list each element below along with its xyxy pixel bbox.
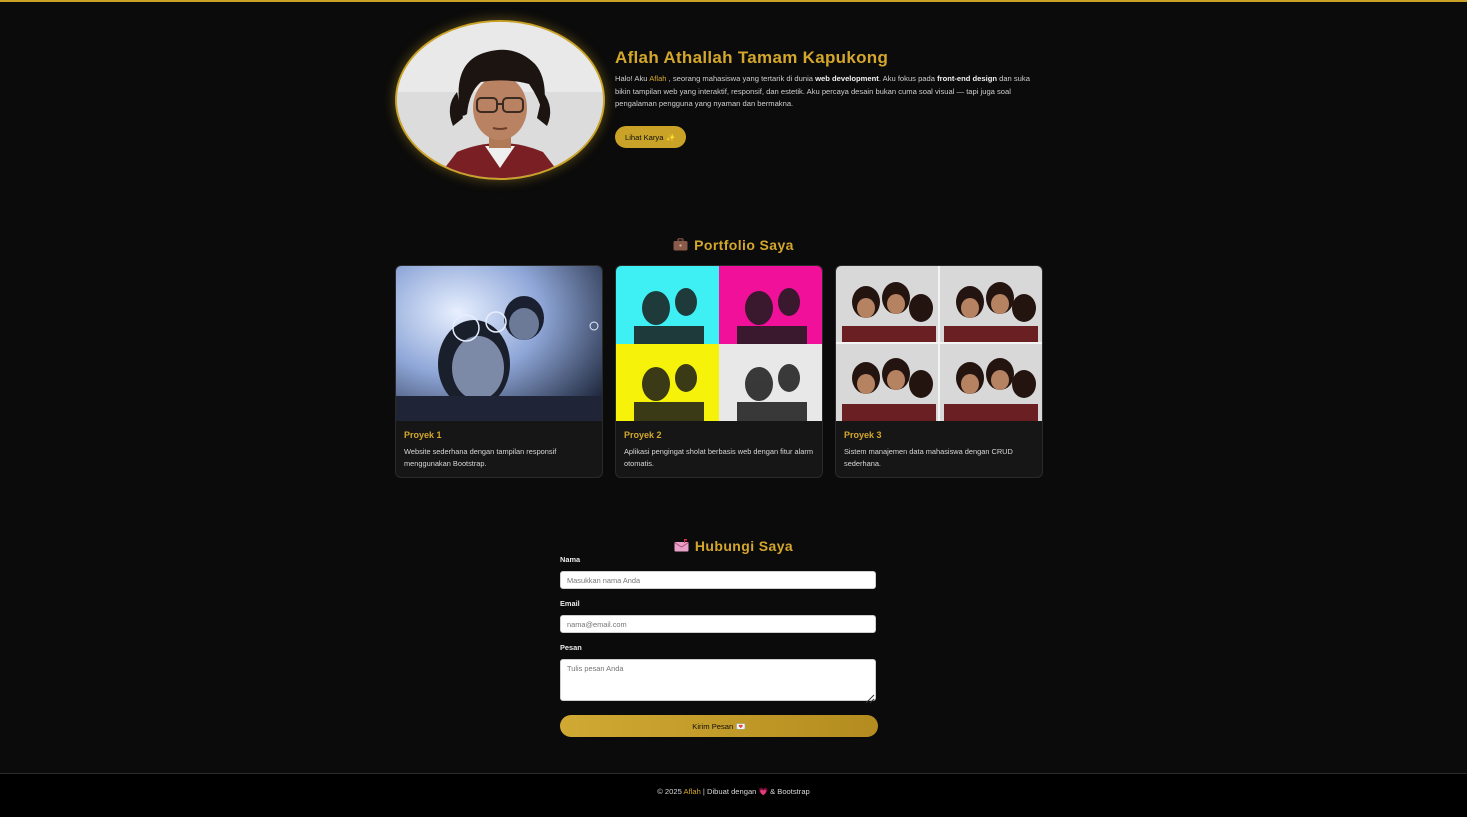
footer-copyright: © 2025	[657, 787, 684, 796]
project-card-1[interactable]: Proyek 1 Website sederhana dengan tampil…	[395, 265, 603, 478]
mailbox-icon	[674, 538, 689, 555]
project-2-title: Proyek 2	[624, 430, 662, 440]
bio-name-highlight: Aflah	[649, 74, 667, 83]
project-2-image	[616, 266, 822, 421]
footer: © 2025 Aflah | Dibuat dengan 💗 & Bootstr…	[0, 773, 1467, 817]
bio-text-part: Halo! Aku	[615, 74, 650, 83]
send-message-button[interactable]: Kirim Pesan 💌	[560, 715, 878, 737]
email-input[interactable]	[560, 615, 876, 633]
project-3-title: Proyek 3	[844, 430, 882, 440]
hero-text: Aflah Athallah Tamam Kapukong Halo! Aku …	[615, 48, 1045, 111]
message-label: Pesan	[560, 643, 582, 652]
footer-author: Aflah	[683, 787, 701, 796]
view-work-label: Lihat Karya	[625, 132, 664, 142]
love-letter-icon: 💌	[736, 721, 746, 731]
footer-made-with: | Dibuat dengan	[700, 787, 759, 796]
footer-bootstrap: & Bootstrap	[767, 787, 810, 796]
portfolio-cards: Proyek 1 Website sederhana dengan tampil…	[395, 265, 1045, 478]
contact-title: Hubungi Saya	[694, 537, 794, 554]
portfolio-title: Portfolio Saya	[694, 236, 794, 253]
message-wrapper	[560, 659, 878, 704]
heart-icon: 💗	[758, 787, 768, 796]
project-3-desc: Sistem manajemen data mahasiswa dengan C…	[844, 447, 1013, 468]
project-card-2[interactable]: Proyek 2 Aplikasi pengingat sholat berba…	[615, 265, 823, 478]
send-message-label: Kirim Pesan	[692, 721, 734, 731]
bio-bold-web-development: web development	[815, 74, 879, 83]
resize-grip-icon[interactable]	[865, 691, 875, 704]
profile-avatar	[395, 20, 605, 180]
hero-section: Aflah Athallah Tamam Kapukong Halo! Aku …	[395, 20, 1045, 180]
hero-name: Aflah Athallah Tamam Kapukong	[615, 48, 889, 67]
project-1-title: Proyek 1	[404, 430, 442, 440]
portfolio-heading: Portfolio Saya	[0, 237, 1467, 254]
message-textarea[interactable]	[560, 659, 876, 701]
view-work-button[interactable]: Lihat Karya ✨	[615, 126, 686, 148]
hero-bio: Halo! Aku Aflah , seorang mahasiswa yang…	[615, 73, 1045, 111]
name-label: Nama	[560, 555, 581, 564]
sparkles-icon: ✨	[666, 132, 676, 142]
project-2-desc: Aplikasi pengingat sholat berbasis web d…	[624, 447, 813, 468]
bio-bold-front-end-design: front-end design	[937, 74, 997, 83]
project-card-3[interactable]: Proyek 3 Sistem manajemen data mahasiswa…	[835, 265, 1043, 478]
project-1-desc: Website sederhana dengan tampilan respon…	[404, 447, 557, 468]
email-label: Email	[560, 599, 580, 608]
bio-text-part: , seorang mahasiswa yang tertarik di dun…	[666, 74, 816, 83]
briefcase-icon	[673, 237, 688, 254]
project-3-image	[836, 266, 1042, 421]
name-input[interactable]	[560, 571, 876, 589]
project-1-image	[396, 266, 602, 421]
bio-text-part: . Aku fokus pada	[878, 74, 938, 83]
contact-heading: Hubungi Saya	[0, 538, 1467, 555]
top-accent-line	[0, 0, 1467, 2]
